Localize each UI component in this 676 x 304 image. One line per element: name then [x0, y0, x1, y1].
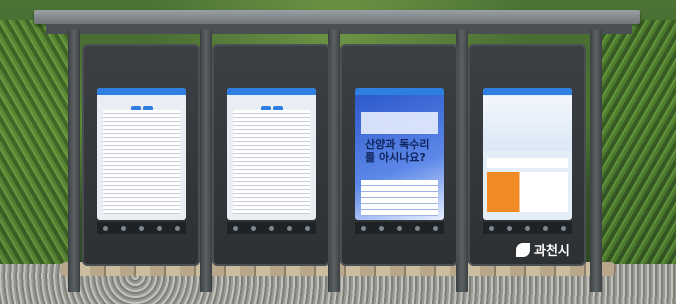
document-page — [103, 110, 180, 214]
screen-header-bar — [227, 88, 316, 95]
kiosk-2 — [212, 44, 330, 266]
kiosk-screen[interactable] — [227, 88, 316, 220]
screen-header-bar — [355, 88, 444, 95]
screen-header-bar — [97, 88, 186, 95]
screen-menu-bar — [97, 222, 186, 234]
kiosk-4 — [468, 44, 586, 266]
document-page — [233, 110, 310, 214]
city-emblem-icon — [516, 242, 530, 257]
bushes-right — [596, 20, 676, 290]
kiosk-1 — [82, 44, 200, 266]
photo-scene: 산양과 독수리를 아시나요? 과천시 — [0, 0, 676, 304]
shelter-post — [200, 30, 212, 292]
kiosk-screen[interactable] — [483, 88, 572, 220]
screen-menu-bar — [355, 222, 444, 234]
shelter-post — [590, 30, 602, 292]
shelter-post — [68, 30, 80, 292]
city-logo: 과천시 — [516, 240, 570, 259]
screen-menu-bar — [227, 222, 316, 234]
city-logo-text: 과천시 — [534, 244, 570, 259]
screen-header-bar — [483, 88, 572, 95]
kiosk-3: 산양과 독수리를 아시나요? — [340, 44, 458, 266]
kiosk-screen[interactable] — [97, 88, 186, 220]
info-banner — [483, 96, 572, 151]
promo-banner — [361, 112, 438, 134]
promo-headline: 산양과 독수리를 아시나요? — [365, 138, 430, 164]
screen-menu-bar — [483, 222, 572, 234]
promo-schedule — [361, 180, 438, 216]
info-cards — [487, 172, 568, 212]
shelter-roof — [34, 10, 640, 24]
bushes-left — [0, 20, 70, 290]
info-notice-band — [487, 158, 568, 168]
kiosk-screen[interactable]: 산양과 독수리를 아시나요? — [355, 88, 444, 220]
